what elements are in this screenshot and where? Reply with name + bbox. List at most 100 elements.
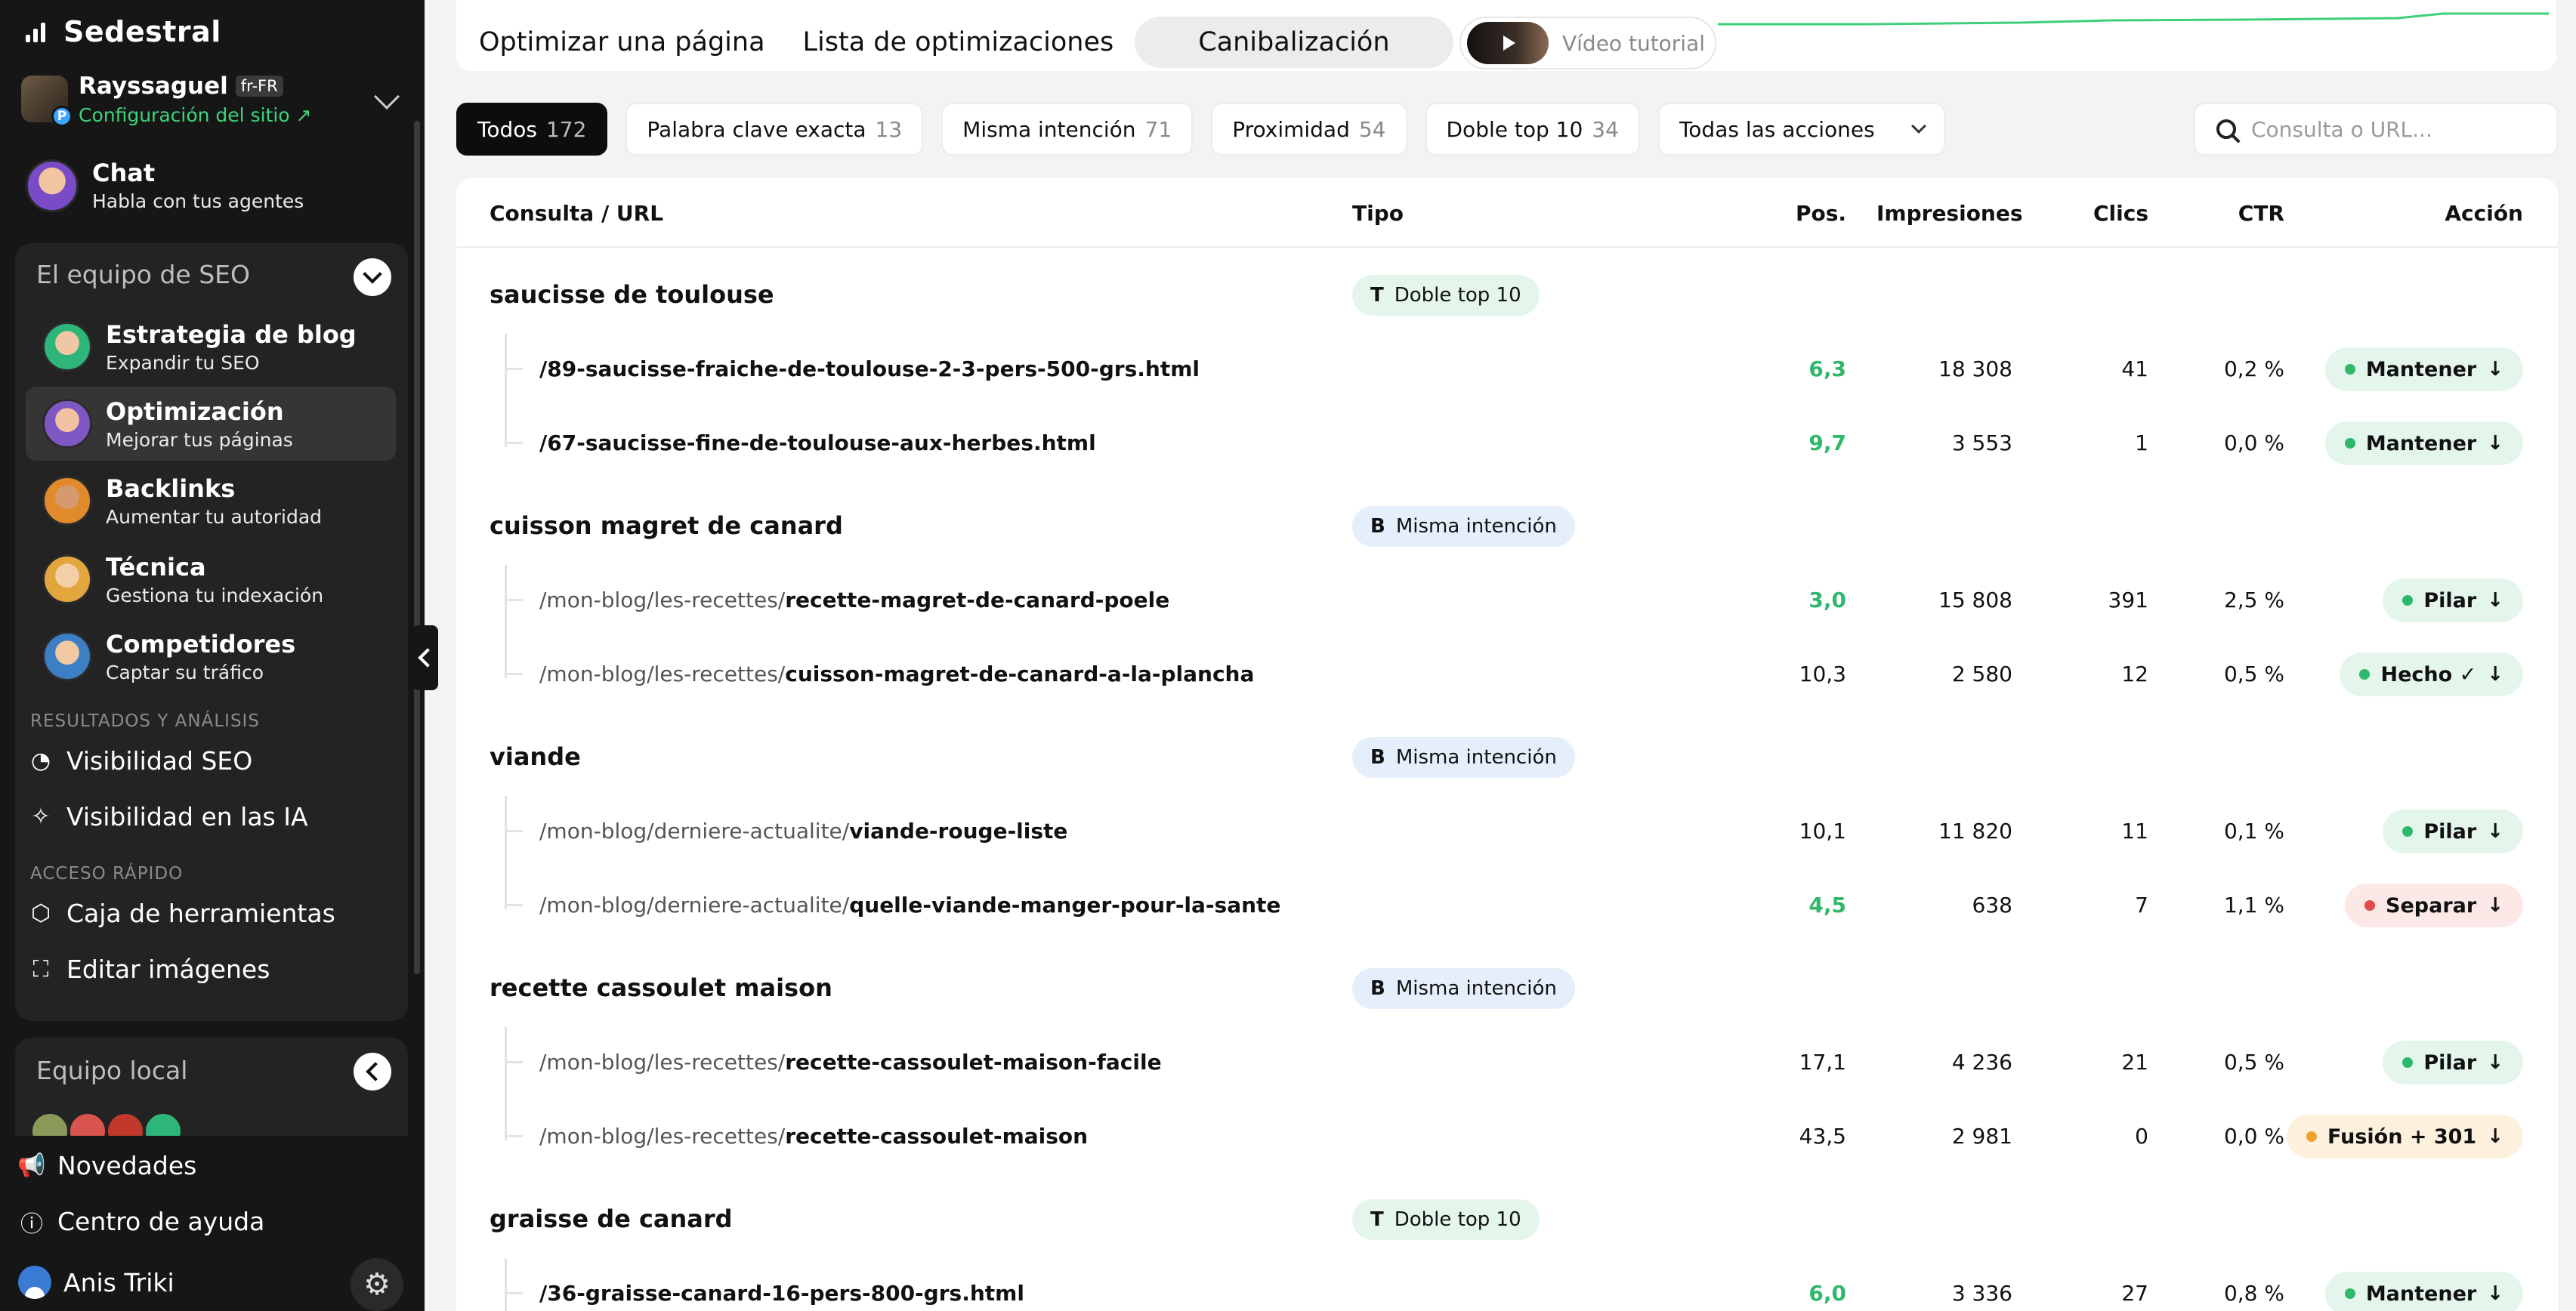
tab-cannibalization[interactable]: Canibalización [1135, 17, 1453, 68]
arrow-down-icon: ↓ [2487, 432, 2503, 455]
row-url[interactable]: /89-saucisse-fraiche-de-toulouse-2-3-per… [539, 356, 1200, 381]
seo-team-collapse-button[interactable] [354, 258, 391, 296]
tab-optimizations-list[interactable]: Lista de optimizaciones [786, 17, 1131, 68]
nav-label: Visibilidad en las IA [66, 802, 308, 831]
action-dropdown[interactable]: Pilar ↓ [2383, 1041, 2523, 1084]
site-switcher[interactable]: P Rayssaguel fr-FR Configuración del sit… [21, 71, 400, 131]
filter-count: 172 [545, 116, 587, 142]
sidebar-item-optimization[interactable]: Optimización Mejorar tus páginas [26, 387, 396, 461]
filter-all[interactable]: Todos 172 [456, 103, 608, 156]
nav-label: Novedades [57, 1151, 197, 1180]
table-row: /mon-blog/les-recettes/recette-magret-de… [456, 563, 2558, 637]
row-position: 6,0 [1808, 1281, 1846, 1306]
search-input[interactable] [2251, 116, 2538, 142]
filter-same-intent[interactable]: Misma intención 71 [941, 103, 1194, 156]
site-config-link[interactable]: Configuración del sitio ↗ [79, 104, 311, 126]
video-tutorial-button[interactable]: Vídeo tutorial [1459, 17, 1716, 69]
action-dropdown[interactable]: Mantener ↓ [2324, 421, 2523, 465]
col-ctr[interactable]: CTR [2171, 201, 2284, 226]
row-position: 10,1 [1799, 819, 1846, 844]
col-clicks[interactable]: Clics [2035, 201, 2148, 226]
row-url[interactable]: /67-saucisse-fine-de-toulouse-aux-herbes… [539, 430, 1096, 455]
sidebar-scrollbar[interactable] [414, 121, 420, 974]
url-prefix: /mon-blog/derniere-actualite/ [539, 819, 850, 844]
row-ctr: 2,5 % [2223, 588, 2284, 612]
type-letter: B [1370, 746, 1385, 769]
action-dropdown[interactable]: Fusión + 301 ↓ [2287, 1115, 2523, 1158]
col-query[interactable]: Consulta / URL [490, 201, 663, 226]
sidebar-item-chat[interactable]: Chat Habla con tus agentes [26, 159, 304, 212]
group-query[interactable]: viande [490, 742, 581, 771]
group-query[interactable]: recette cassoulet maison [490, 973, 832, 1002]
filter-label: Proximidad [1232, 116, 1350, 142]
row-url[interactable]: /mon-blog/les-recettes/recette-cassoulet… [539, 1050, 1162, 1075]
chevron-down-icon[interactable] [374, 84, 400, 110]
group-query[interactable]: cuisson magret de canard [490, 511, 843, 540]
gear-icon[interactable]: ⚙ [351, 1258, 403, 1311]
sidebar-item-ai-visibility[interactable]: ✧ Visibilidad en las IA [27, 802, 308, 831]
brand[interactable]: Sedestral [23, 15, 221, 48]
agent-title: Backlinks [106, 474, 236, 503]
col-type[interactable]: Tipo [1352, 201, 1404, 226]
sidebar-item-competitors[interactable]: Competidores Captar su tráfico [26, 619, 396, 693]
status-dot [2364, 900, 2376, 911]
sidebar-item-blog-strategy[interactable]: Estrategia de blog Expandir tu SEO [26, 310, 396, 384]
action-dropdown[interactable]: Hecho ✓ ↓ [2340, 652, 2523, 696]
local-team-panel: Equipo local [15, 1038, 408, 1136]
group-query[interactable]: saucisse de toulouse [490, 280, 774, 309]
site-name: Rayssaguel [79, 72, 228, 100]
site-name-row: Rayssaguel fr-FR [79, 72, 283, 100]
action-dropdown[interactable]: Pilar ↓ [2383, 578, 2523, 622]
nav-label: Caja de herramientas [66, 899, 335, 928]
action-dropdown[interactable]: Mantener ↓ [2324, 347, 2523, 391]
agent-avatar [42, 554, 92, 604]
sidebar-collapse-button[interactable] [412, 625, 438, 690]
filter-proximity[interactable]: Proximidad 54 [1211, 103, 1407, 156]
row-url[interactable]: /mon-blog/derniere-actualite/quelle-vian… [539, 893, 1280, 918]
action-dropdown[interactable]: Pilar ↓ [2383, 810, 2523, 853]
megaphone-icon: 📢 [17, 1152, 46, 1179]
sidebar-item-help[interactable]: ⓘ Centro de ayuda [18, 1207, 264, 1238]
actions-select[interactable]: Todas las acciones [1657, 103, 1945, 156]
chat-title: Chat [92, 159, 156, 187]
col-position[interactable]: Pos. [1725, 201, 1846, 226]
group-query[interactable]: graisse de canard [490, 1205, 733, 1233]
action-dropdown[interactable]: Separar ↓ [2345, 884, 2523, 927]
sidebar-item-news[interactable]: 📢 Novedades [17, 1151, 197, 1180]
sidebar-item-backlinks[interactable]: Backlinks Aumentar tu autoridad [26, 464, 396, 538]
type-badge: B Misma intención [1352, 737, 1575, 778]
row-ctr: 0,2 % [2223, 356, 2284, 381]
local-team-expand-button[interactable] [354, 1053, 391, 1090]
sparkle-icon: ✧ [31, 804, 51, 830]
video-tutorial-label: Vídeo tutorial [1562, 30, 1706, 56]
arrow-down-icon: ↓ [2487, 1051, 2503, 1074]
status-dot [2402, 1057, 2414, 1068]
table-row: /mon-blog/derniere-actualite/viande-roug… [456, 794, 2558, 868]
scan-image-icon: ⛶ [32, 956, 49, 982]
row-url[interactable]: /mon-blog/les-recettes/recette-cassoulet… [539, 1124, 1088, 1149]
row-url[interactable]: /mon-blog/les-recettes/cuisson-magret-de… [539, 662, 1254, 686]
action-label: Fusión + 301 [2327, 1124, 2477, 1149]
row-impressions: 4 236 [1951, 1050, 2012, 1075]
sidebar-item-edit-images[interactable]: ⛶ Editar imágenes [27, 955, 270, 984]
user-profile[interactable]: Anis Triki [18, 1266, 175, 1299]
filter-exact-keyword[interactable]: Palabra clave exacta 13 [625, 103, 924, 156]
filter-label: Todos [477, 116, 537, 142]
arrow-down-icon: ↓ [2487, 894, 2503, 917]
row-impressions: 3 336 [1951, 1281, 2012, 1306]
url-slug: recette-cassoulet-maison [785, 1124, 1089, 1149]
table-row: /mon-blog/derniere-actualite/quelle-vian… [456, 868, 2558, 942]
sidebar-item-technical[interactable]: Técnica Gestiona tu indexación [26, 542, 396, 616]
agent-title: Estrategia de blog [106, 319, 357, 349]
action-dropdown[interactable]: Mantener ↓ [2324, 1272, 2523, 1311]
col-impressions[interactable]: Impresiones [1876, 201, 2023, 226]
row-url[interactable]: /mon-blog/les-recettes/recette-magret-de… [539, 588, 1169, 612]
row-url[interactable]: /mon-blog/derniere-actualite/viande-roug… [539, 819, 1067, 844]
row-position: 4,5 [1808, 893, 1846, 918]
tab-optimize-page[interactable]: Optimizar una página [462, 17, 782, 68]
sidebar-item-seo-visibility[interactable]: ◔ Visibilidad SEO [27, 746, 252, 776]
agent-title: Técnica [106, 552, 206, 581]
filter-double-top10[interactable]: Doble top 10 34 [1425, 103, 1640, 156]
row-url[interactable]: /36-graisse-canard-16-pers-800-grs.html [539, 1281, 1024, 1306]
sidebar-item-toolbox[interactable]: ⬡ Caja de herramientas [27, 899, 335, 928]
